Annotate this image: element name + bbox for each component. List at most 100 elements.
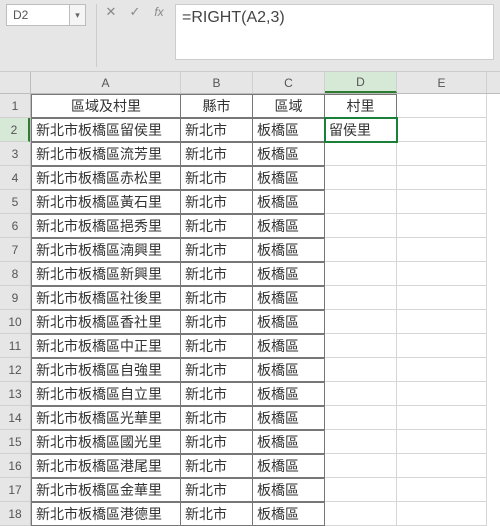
cell-A7[interactable]: 新北市板橋區湳興里 — [31, 238, 181, 262]
cell-C12[interactable]: 板橋區 — [253, 358, 325, 382]
cell-D4[interactable] — [325, 166, 397, 190]
row-header-14[interactable]: 14 — [0, 406, 30, 430]
row-header-8[interactable]: 8 — [0, 262, 30, 286]
cell-B11[interactable]: 新北市 — [181, 334, 253, 358]
column-header-C[interactable]: C — [253, 72, 325, 93]
cell-E13[interactable] — [397, 382, 487, 406]
cell-A16[interactable]: 新北市板橋區港尾里 — [31, 454, 181, 478]
cell-B14[interactable]: 新北市 — [181, 406, 253, 430]
cell-D3[interactable] — [325, 142, 397, 166]
cell-A6[interactable]: 新北市板橋區挹秀里 — [31, 214, 181, 238]
cell-B8[interactable]: 新北市 — [181, 262, 253, 286]
row-header-3[interactable]: 3 — [0, 142, 30, 166]
cell-A3[interactable]: 新北市板橋區流芳里 — [31, 142, 181, 166]
cell-B9[interactable]: 新北市 — [181, 286, 253, 310]
cell-D15[interactable] — [325, 430, 397, 454]
cell-D13[interactable] — [325, 382, 397, 406]
cell-B5[interactable]: 新北市 — [181, 190, 253, 214]
cell-D12[interactable] — [325, 358, 397, 382]
row-header-6[interactable]: 6 — [0, 214, 30, 238]
cell-E3[interactable] — [397, 142, 487, 166]
cell-C8[interactable]: 板橋區 — [253, 262, 325, 286]
column-header-A[interactable]: A — [31, 72, 181, 93]
cell-C11[interactable]: 板橋區 — [253, 334, 325, 358]
cell-C17[interactable]: 板橋區 — [253, 478, 325, 502]
cell-D10[interactable] — [325, 310, 397, 334]
cell-C6[interactable]: 板橋區 — [253, 214, 325, 238]
cell-A17[interactable]: 新北市板橋區金華里 — [31, 478, 181, 502]
row-header-10[interactable]: 10 — [0, 310, 30, 334]
cell-E6[interactable] — [397, 214, 487, 238]
cell-B13[interactable]: 新北市 — [181, 382, 253, 406]
cell-E5[interactable] — [397, 190, 487, 214]
column-header-B[interactable]: B — [181, 72, 253, 93]
cell-D9[interactable] — [325, 286, 397, 310]
cell-C18[interactable]: 板橋區 — [253, 502, 325, 526]
cell-E12[interactable] — [397, 358, 487, 382]
cell-D2[interactable]: 留侯里 — [325, 118, 397, 142]
cell-A13[interactable]: 新北市板橋區自立里 — [31, 382, 181, 406]
formula-input[interactable]: =RIGHT(A2,3) — [175, 4, 494, 60]
cell-D6[interactable] — [325, 214, 397, 238]
name-box-dropdown[interactable]: ▾ — [70, 4, 86, 26]
cell-E7[interactable] — [397, 238, 487, 262]
cell-E11[interactable] — [397, 334, 487, 358]
cell-B4[interactable]: 新北市 — [181, 166, 253, 190]
cell-C9[interactable]: 板橋區 — [253, 286, 325, 310]
cell-A18[interactable]: 新北市板橋區港德里 — [31, 502, 181, 526]
cell-D18[interactable] — [325, 502, 397, 526]
cell-E16[interactable] — [397, 454, 487, 478]
column-header-D[interactable]: D — [325, 72, 397, 93]
cell-A12[interactable]: 新北市板橋區自強里 — [31, 358, 181, 382]
cell-A5[interactable]: 新北市板橋區黃石里 — [31, 190, 181, 214]
row-header-13[interactable]: 13 — [0, 382, 30, 406]
cell-B6[interactable]: 新北市 — [181, 214, 253, 238]
cell-E15[interactable] — [397, 430, 487, 454]
cell-D11[interactable] — [325, 334, 397, 358]
cell-A15[interactable]: 新北市板橋區國光里 — [31, 430, 181, 454]
cell-C16[interactable]: 板橋區 — [253, 454, 325, 478]
row-header-17[interactable]: 17 — [0, 478, 30, 502]
row-header-1[interactable]: 1 — [0, 94, 30, 118]
cell-A10[interactable]: 新北市板橋區香社里 — [31, 310, 181, 334]
cell-E17[interactable] — [397, 478, 487, 502]
cell-D17[interactable] — [325, 478, 397, 502]
row-header-18[interactable]: 18 — [0, 502, 30, 526]
cell-C7[interactable]: 板橋區 — [253, 238, 325, 262]
cell-E2[interactable] — [397, 118, 487, 142]
header-cell-B[interactable]: 縣市 — [181, 94, 253, 118]
fx-icon[interactable]: fx — [151, 5, 167, 19]
header-cell-D[interactable]: 村里 — [325, 94, 397, 118]
cell-A9[interactable]: 新北市板橋區社後里 — [31, 286, 181, 310]
select-all-corner[interactable] — [0, 72, 30, 94]
cell-A14[interactable]: 新北市板橋區光華里 — [31, 406, 181, 430]
header-cell-C[interactable]: 區域 — [253, 94, 325, 118]
header-cell-E[interactable] — [397, 94, 487, 118]
cell-D16[interactable] — [325, 454, 397, 478]
cell-C15[interactable]: 板橋區 — [253, 430, 325, 454]
row-header-4[interactable]: 4 — [0, 166, 30, 190]
cell-A8[interactable]: 新北市板橋區新興里 — [31, 262, 181, 286]
header-cell-A[interactable]: 區域及村里 — [31, 94, 181, 118]
cell-B17[interactable]: 新北市 — [181, 478, 253, 502]
cell-D7[interactable] — [325, 238, 397, 262]
cell-A11[interactable]: 新北市板橋區中正里 — [31, 334, 181, 358]
row-header-9[interactable]: 9 — [0, 286, 30, 310]
name-box[interactable] — [6, 4, 70, 26]
cell-D14[interactable] — [325, 406, 397, 430]
cell-E4[interactable] — [397, 166, 487, 190]
row-header-5[interactable]: 5 — [0, 190, 30, 214]
row-header-2[interactable]: 2 — [0, 118, 30, 142]
cancel-formula-button[interactable]: ✕ — [103, 4, 119, 20]
cell-C2[interactable]: 板橋區 — [253, 118, 325, 142]
row-header-16[interactable]: 16 — [0, 454, 30, 478]
cell-E9[interactable] — [397, 286, 487, 310]
cell-B2[interactable]: 新北市 — [181, 118, 253, 142]
row-header-12[interactable]: 12 — [0, 358, 30, 382]
cell-A2[interactable]: 新北市板橋區留侯里 — [31, 118, 181, 142]
confirm-formula-button[interactable]: ✓ — [127, 4, 143, 20]
cell-D8[interactable] — [325, 262, 397, 286]
cell-B16[interactable]: 新北市 — [181, 454, 253, 478]
cell-E18[interactable] — [397, 502, 487, 526]
row-header-7[interactable]: 7 — [0, 238, 30, 262]
